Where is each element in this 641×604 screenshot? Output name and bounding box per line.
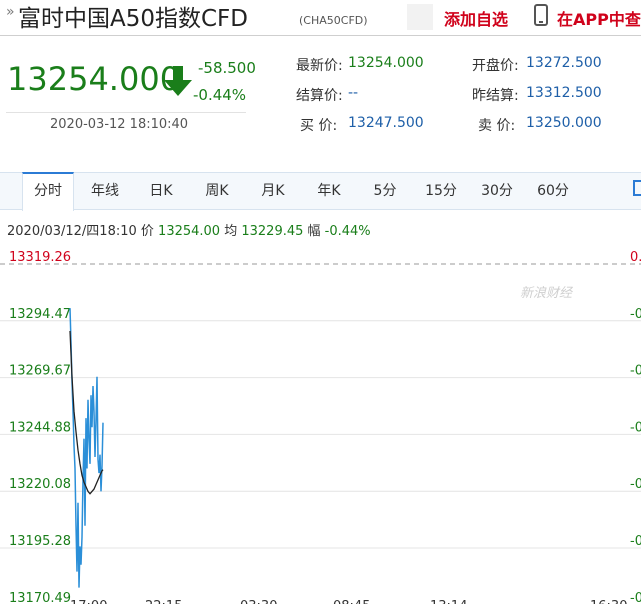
y-pct-label: -0	[630, 477, 641, 492]
y-tick-label: 13269.67	[9, 364, 71, 379]
x-tick-label: 08:45	[333, 599, 370, 604]
latest-price-label: 最新价:	[296, 58, 343, 74]
x-tick-label: 03:30	[240, 599, 277, 604]
tab-15min[interactable]: 15分	[418, 173, 464, 209]
tab-5min[interactable]: 5分	[364, 173, 406, 209]
y-pct-label: -0	[630, 534, 641, 549]
open-price-label: 开盘价:	[472, 58, 519, 74]
phone-icon[interactable]	[534, 4, 548, 26]
quote-divider	[6, 112, 246, 113]
y-tick-label: 13294.47	[9, 307, 71, 322]
arrow-down-icon	[164, 66, 192, 96]
y-pct-label: 0.	[630, 250, 641, 265]
header-divider	[0, 35, 641, 36]
breadcrumb-arrow-icon: »	[6, 4, 15, 20]
bid-value: 13247.500	[348, 115, 424, 131]
x-tick-label: 17:00	[70, 599, 107, 604]
chart-info-bar: 2020/03/12/四18:10 价 13254.00 均 13229.45 …	[7, 220, 371, 239]
x-tick-label: 16:30	[590, 599, 627, 604]
tab-monthly-k[interactable]: 月K	[250, 173, 296, 209]
fullscreen-icon[interactable]	[633, 180, 641, 196]
y-pct-label: -0	[630, 420, 641, 435]
price-line	[69, 308, 104, 588]
tab-30min[interactable]: 30分	[474, 173, 520, 209]
tab-year-line[interactable]: 年线	[80, 173, 130, 209]
ask-value: 13250.000	[526, 115, 602, 131]
y-tick-label: 13195.28	[9, 534, 71, 549]
page-title: 富时中国A50指数CFD	[18, 6, 248, 32]
current-price: 13254.000	[7, 60, 181, 98]
y-tick-label: 13244.88	[9, 420, 71, 435]
quote-timestamp: 2020-03-12 18:10:40	[50, 117, 189, 132]
tab-60min[interactable]: 60分	[530, 173, 576, 209]
placeholder-box	[407, 4, 433, 30]
prev-settle-value: 13312.500	[526, 85, 602, 101]
x-tick-label: 22:15	[145, 599, 182, 604]
tab-yearly-k[interactable]: 年K	[306, 173, 352, 209]
tab-weekly-k[interactable]: 周K	[194, 173, 240, 209]
settle-price-label: 结算价:	[296, 88, 343, 104]
price-change-percent: -0.44%	[193, 86, 247, 104]
chart-info-text: 2020/03/12/四18:10 价 13254.00 均 13229.45 …	[7, 224, 371, 239]
open-price-value: 13272.500	[526, 55, 602, 71]
y-tick-label: 13170.49	[9, 591, 71, 604]
bid-label: 买 价:	[300, 118, 338, 134]
settle-price-value: --	[348, 85, 359, 101]
y-tick-label: 13220.08	[9, 477, 71, 492]
y-pct-label: -0	[630, 591, 641, 604]
ask-label: 卖 价:	[478, 118, 516, 134]
instrument-code: (CHA50CFD)	[299, 14, 368, 27]
intraday-chart: 13319.26 0. 13294.47 -0 13269.67 -0 13244.88 -0…	[0, 250, 641, 604]
tab-daily-k[interactable]: 日K	[138, 173, 184, 209]
tab-intraday[interactable]: 分时	[22, 172, 74, 211]
y-tick-label: 13319.26	[9, 250, 71, 265]
latest-price-value: 13254.000	[348, 55, 424, 71]
x-tick-label: 13:14	[430, 599, 467, 604]
y-pct-label: -0	[630, 364, 641, 379]
prev-settle-label: 昨结算:	[472, 88, 519, 104]
price-change: -58.500	[198, 59, 256, 77]
open-in-app-link[interactable]: 在APP中查	[557, 6, 641, 30]
y-pct-label: -0	[630, 307, 641, 322]
chart-period-tabs: 分时 年线 日K 周K 月K 年K 5分 15分 30分 60分	[0, 172, 641, 211]
add-watchlist-button[interactable]: 添加自选	[444, 6, 508, 30]
